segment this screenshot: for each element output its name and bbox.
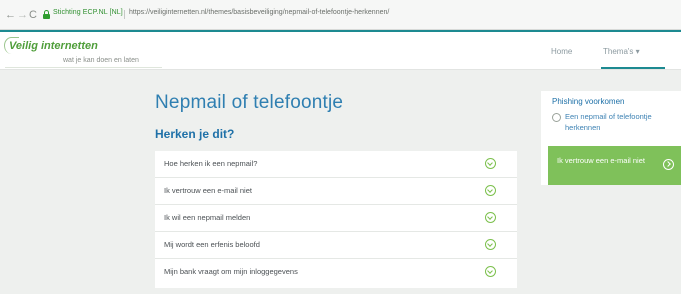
sidebar-cta-button[interactable]: Ik vertrouw een e-mail niet bbox=[548, 146, 681, 185]
list-item[interactable]: Ik wil een nepmail melden bbox=[155, 205, 517, 232]
reload-icon[interactable]: C bbox=[29, 9, 37, 21]
question-list: Hoe herken ik een nepmail? Ik vertrouw e… bbox=[155, 151, 517, 288]
list-item[interactable]: Hoe herken ik een nepmail? bbox=[155, 151, 517, 178]
back-arrow-icon[interactable]: ← bbox=[5, 9, 16, 21]
site-tagline: wat je kan doen en laten bbox=[63, 57, 139, 64]
chevron-right-circle-icon[interactable] bbox=[663, 159, 674, 170]
logo-underline bbox=[5, 67, 162, 68]
list-item-label: Hoe herken ik een nepmail? bbox=[164, 159, 258, 168]
list-item-label: Ik wil een nepmail melden bbox=[164, 213, 251, 222]
address-bar-url[interactable]: https://veiliginternetten.nl/themes/basi… bbox=[129, 9, 389, 16]
sidebar-topic-link[interactable]: Een nepmail of telefoontje herkennen bbox=[565, 111, 677, 133]
site-logo[interactable]: Veilig internetten bbox=[9, 40, 98, 52]
radio-circle-icon[interactable] bbox=[552, 113, 561, 122]
nav-themas-dropdown[interactable]: Thema's ▾ bbox=[603, 47, 640, 56]
list-item-label: Mij wordt een erfenis beloofd bbox=[164, 240, 260, 249]
chevron-down-circle-icon[interactable] bbox=[485, 239, 496, 250]
nav-active-indicator bbox=[601, 67, 665, 69]
page-title: Nepmail of telefoontje bbox=[155, 92, 344, 113]
chevron-down-circle-icon[interactable] bbox=[485, 212, 496, 223]
nav-home-link[interactable]: Home bbox=[551, 47, 572, 56]
chevron-down-circle-icon[interactable] bbox=[485, 158, 496, 169]
site-identity-badge[interactable]: Stichting ECP.NL [NL] bbox=[53, 9, 123, 16]
list-item-label: Mijn bank vraagt om mijn inloggegevens bbox=[164, 267, 298, 276]
list-item-label: Ik vertrouw een e-mail niet bbox=[164, 186, 252, 195]
chevron-down-circle-icon[interactable] bbox=[485, 266, 496, 277]
list-item[interactable]: Ik vertrouw een e-mail niet bbox=[155, 178, 517, 205]
chevron-down-circle-icon[interactable] bbox=[485, 185, 496, 196]
url-separator bbox=[124, 10, 125, 19]
site-header: Veilig internetten wat je kan doen en la… bbox=[0, 32, 681, 70]
sidebar-heading[interactable]: Phishing voorkomen bbox=[552, 97, 624, 106]
sidebar-cta-label: Ik vertrouw een e-mail niet bbox=[557, 156, 645, 165]
forward-arrow-icon[interactable]: → bbox=[17, 9, 28, 21]
list-item[interactable]: Mijn bank vraagt om mijn inloggegevens bbox=[155, 259, 517, 286]
lock-icon bbox=[43, 10, 50, 19]
section-heading: Herken je dit? bbox=[155, 127, 235, 141]
list-item[interactable]: Mij wordt een erfenis beloofd bbox=[155, 232, 517, 259]
browser-toolbar: ← → C Stichting ECP.NL [NL] https://veil… bbox=[0, 0, 681, 30]
